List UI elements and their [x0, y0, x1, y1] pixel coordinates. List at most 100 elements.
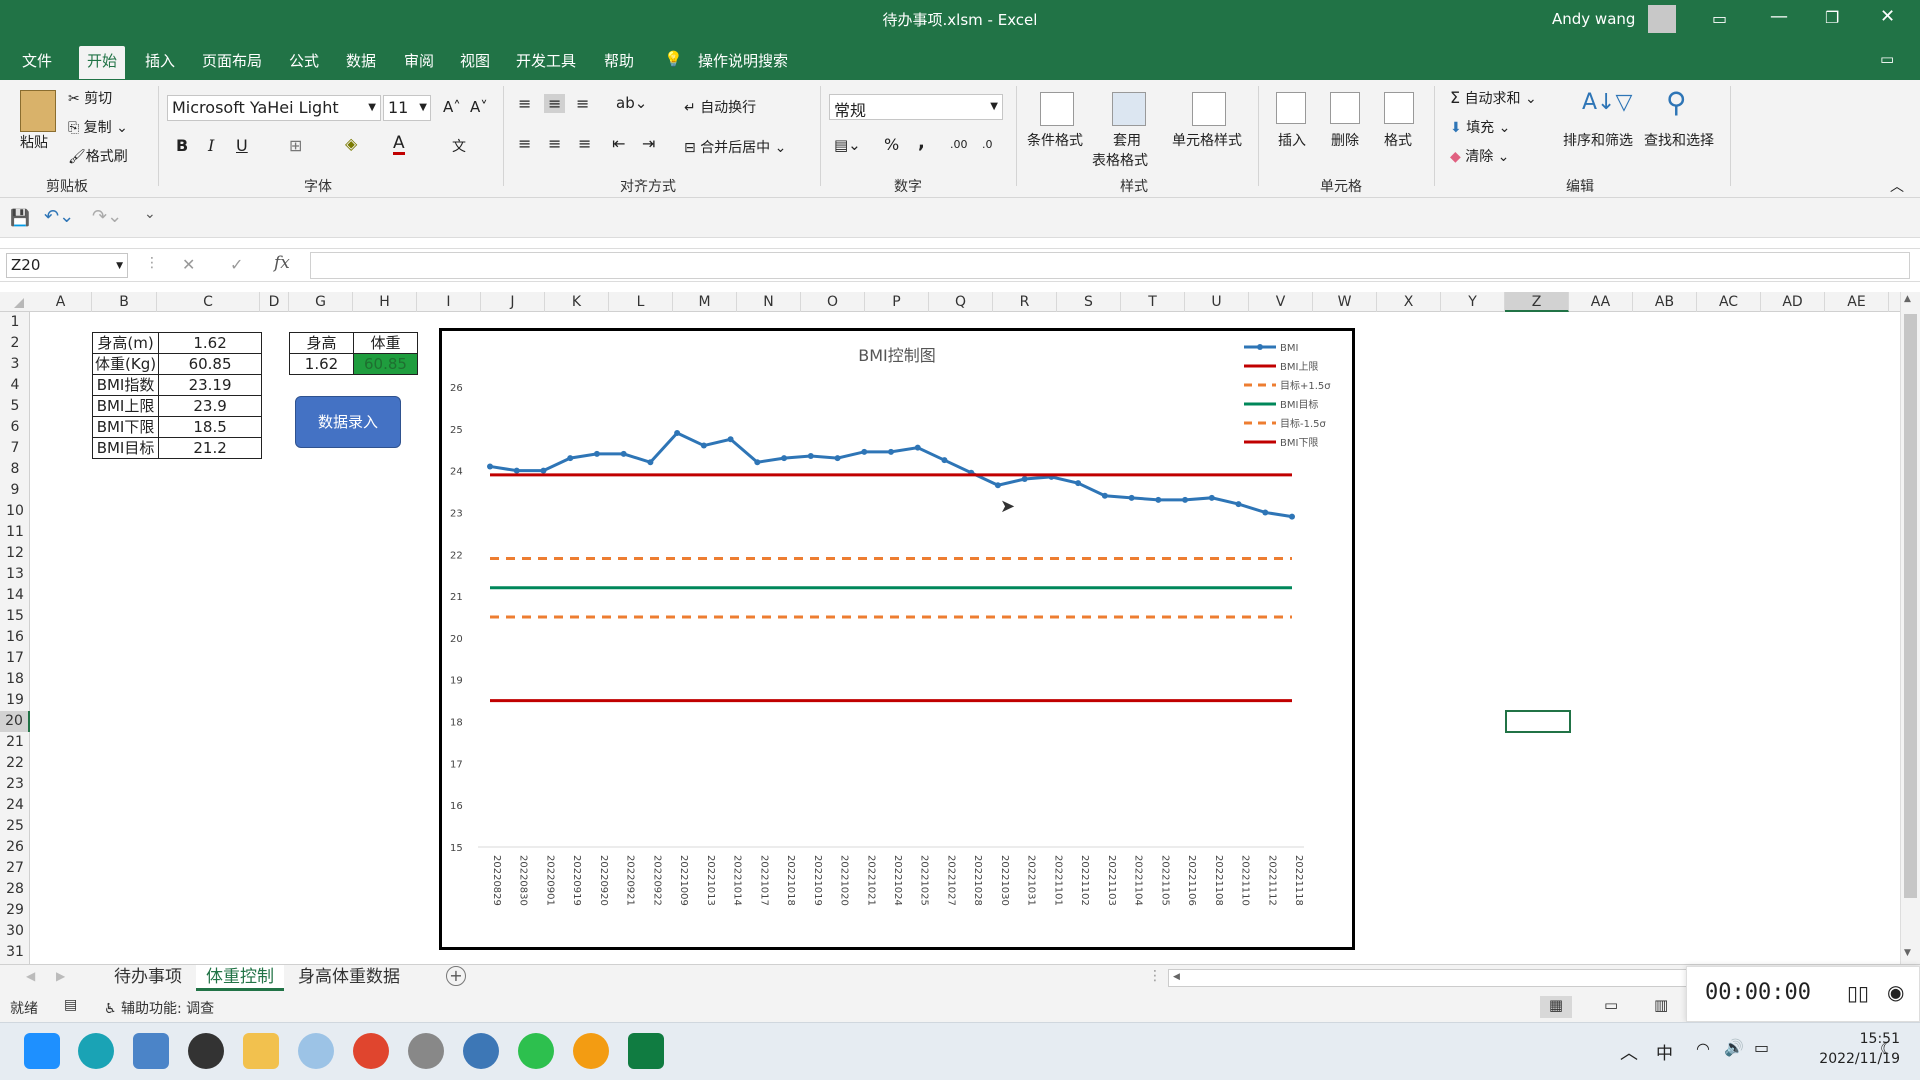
tab-home[interactable]: 开始 [79, 46, 126, 79]
col-header[interactable]: G [289, 292, 353, 312]
italic-button[interactable]: I [208, 136, 214, 155]
row-header[interactable]: 31 [0, 942, 30, 963]
underline-button[interactable]: U [236, 136, 248, 155]
align-left-icon[interactable]: ≡ [518, 134, 531, 153]
cell[interactable]: 23.9 [158, 395, 263, 417]
excel-icon[interactable] [628, 1033, 664, 1069]
paste-button[interactable]: 粘贴 [20, 132, 48, 152]
cell-styles-button[interactable]: 单元格样式 [1172, 130, 1242, 150]
conditional-format-button[interactable]: 条件格式 [1027, 130, 1083, 150]
pause-icon[interactable]: ▯▯ [1847, 981, 1869, 1005]
stop-icon[interactable]: ◉ [1887, 980, 1904, 1004]
collapse-ribbon-icon[interactable]: ︿ [1890, 176, 1904, 196]
col-header[interactable]: R [993, 292, 1057, 312]
row-header[interactable]: 24 [0, 795, 30, 816]
cell[interactable]: BMI上限 [91, 395, 160, 417]
vertical-scrollbar[interactable]: ▲ ▼ [1900, 292, 1920, 964]
restore-icon[interactable]: ❐ [1825, 8, 1839, 27]
col-header[interactable]: AC [1697, 292, 1761, 312]
decrease-decimal-icon[interactable]: .0 [982, 138, 993, 151]
row-header[interactable]: 21 [0, 732, 30, 753]
scroll-thumb[interactable] [1904, 314, 1917, 898]
row-header[interactable]: 1 [0, 312, 30, 333]
percent-button[interactable]: % [884, 135, 899, 154]
cell[interactable]: BMI指数 [91, 374, 160, 396]
cell-styles-icon[interactable] [1192, 92, 1226, 126]
app-icon[interactable] [298, 1033, 334, 1069]
row-header[interactable]: 14 [0, 585, 30, 606]
autosum-button[interactable]: Σ 自动求和 ⌄ [1450, 88, 1537, 108]
row-header[interactable]: 11 [0, 522, 30, 543]
ribbon-display-icon[interactable]: ▭ [1712, 9, 1727, 28]
select-all-icon[interactable] [14, 298, 24, 308]
col-header[interactable]: Y [1441, 292, 1505, 312]
cell[interactable]: 18.5 [158, 416, 263, 438]
cell[interactable]: 1.62 [289, 353, 354, 375]
col-header[interactable]: I [417, 292, 481, 312]
save-icon[interactable]: 💾 [10, 208, 30, 227]
selected-cell[interactable] [1505, 710, 1571, 733]
cell[interactable]: 1.62 [158, 332, 263, 354]
find-select-icon[interactable]: ⚲ [1666, 86, 1687, 119]
volume-icon[interactable]: 🔊 [1724, 1038, 1744, 1057]
comma-button[interactable]: , [918, 132, 925, 153]
file-explorer-icon[interactable] [243, 1033, 279, 1069]
row-header[interactable]: 27 [0, 858, 30, 879]
row-header[interactable]: 23 [0, 774, 30, 795]
col-header[interactable]: AB [1633, 292, 1697, 312]
row-header[interactable]: 5 [0, 396, 30, 417]
horizontal-scrollbar[interactable]: ◀ [1168, 969, 1688, 987]
row-header[interactable]: 6 [0, 417, 30, 438]
row-header[interactable]: 17 [0, 648, 30, 669]
cell-weight-input[interactable]: 60.85 [353, 353, 418, 375]
tell-me-search[interactable]: 操作说明搜索 [698, 50, 788, 71]
col-header[interactable]: Q [929, 292, 993, 312]
borders-icon[interactable]: ⊞ [289, 136, 302, 155]
decrease-indent-icon[interactable]: ⇤ [612, 134, 625, 153]
align-center-icon[interactable]: ≡ [548, 134, 561, 153]
format-as-table-button[interactable]: 套用 [1113, 130, 1141, 150]
format-cells-icon[interactable] [1384, 92, 1414, 124]
row-header[interactable]: 30 [0, 921, 30, 942]
insert-cells-icon[interactable] [1276, 92, 1306, 124]
col-header[interactable]: C [157, 292, 260, 312]
tab-formulas[interactable]: 公式 [289, 50, 319, 71]
col-header[interactable]: M [673, 292, 737, 312]
cut-button[interactable]: ✂ 剪切 [68, 88, 112, 108]
row-header[interactable]: 22 [0, 753, 30, 774]
conditional-format-icon[interactable] [1040, 92, 1074, 126]
col-header[interactable]: T [1121, 292, 1185, 312]
col-header[interactable]: P [865, 292, 929, 312]
font-size-select[interactable]: 11 ▼ [383, 95, 431, 121]
col-header[interactable]: S [1057, 292, 1121, 312]
search-app-icon[interactable] [573, 1033, 609, 1069]
cell[interactable]: 身高(m) [91, 332, 160, 354]
row-header[interactable]: 4 [0, 375, 30, 396]
tab-view[interactable]: 视图 [460, 50, 490, 71]
col-header[interactable]: X [1377, 292, 1441, 312]
increase-indent-icon[interactable]: ⇥ [642, 134, 655, 153]
cancel-icon[interactable]: ✕ [182, 255, 195, 274]
row-header[interactable]: 7 [0, 438, 30, 459]
row-header[interactable]: 15 [0, 606, 30, 627]
fill-button[interactable]: ⬇ 填充 ⌄ [1450, 117, 1510, 137]
name-box[interactable]: Z20 ▼ [6, 253, 128, 278]
cell[interactable]: 身高 [289, 332, 354, 354]
cell[interactable]: 23.19 [158, 374, 263, 396]
edge-icon[interactable] [78, 1033, 114, 1069]
align-top-icon[interactable]: ≡ [518, 94, 531, 113]
undo-icon[interactable]: ↶⌄ [44, 206, 74, 227]
row-header[interactable]: 12 [0, 543, 30, 564]
col-header[interactable]: B [92, 292, 157, 312]
col-header[interactable]: AE [1825, 292, 1889, 312]
row-header[interactable]: 18 [0, 669, 30, 690]
align-middle-icon[interactable]: ≡ [544, 94, 566, 113]
number-format-select[interactable]: 常规 ▼ [829, 94, 1003, 120]
macro-record-icon[interactable]: ▤ [64, 997, 77, 1013]
align-bottom-icon[interactable]: ≡ [576, 94, 589, 113]
ime-indicator[interactable]: 中 [1656, 1039, 1673, 1064]
formula-input[interactable] [310, 252, 1910, 279]
cell[interactable]: 体重 [353, 332, 418, 354]
cell[interactable]: BMI下限 [91, 416, 160, 438]
page-layout-view-icon[interactable]: ▭ [1604, 996, 1618, 1014]
